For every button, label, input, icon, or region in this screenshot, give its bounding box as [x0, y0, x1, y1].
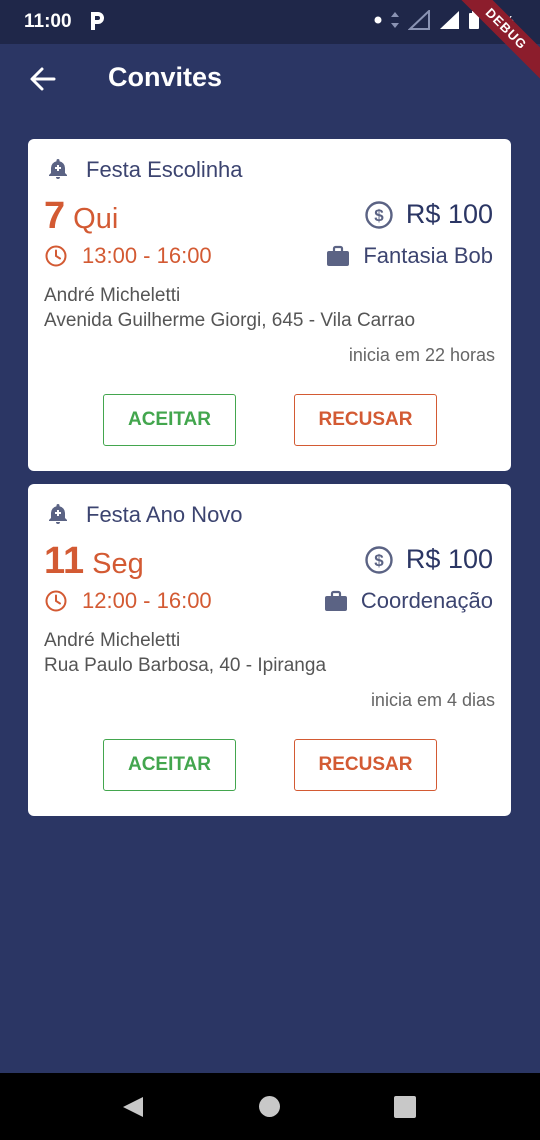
- nav-back-icon[interactable]: [121, 1095, 145, 1119]
- clock-icon: [45, 590, 67, 612]
- p-app-icon: [91, 12, 104, 30]
- event-address: Rua Paulo Barbosa, 40 - Ipiranga: [44, 655, 327, 676]
- host-name: André Micheletti: [44, 630, 181, 651]
- event-time: 13:00 - 16:00: [44, 243, 212, 269]
- dollar-circle-icon: $: [365, 200, 393, 229]
- event-weekday: Qui: [73, 203, 119, 235]
- bell-plus-icon: [49, 504, 67, 524]
- bell-plus-icon: [49, 159, 67, 179]
- svg-text:$: $: [374, 206, 384, 225]
- role-label: Coordenação: [360, 588, 493, 613]
- event-role: Fantasia Bob: [325, 243, 493, 269]
- status-time: 11:00: [24, 11, 72, 32]
- time-range: 13:00 - 16:00: [82, 243, 212, 268]
- price-value: R$ 100: [405, 199, 493, 229]
- event-day: 7: [44, 195, 66, 237]
- dot-icon: [374, 16, 382, 24]
- accept-button[interactable]: ACEITAR: [103, 394, 236, 446]
- briefcase-icon: [324, 590, 347, 611]
- data-arrows-icon: [390, 12, 399, 28]
- signal-x-icon: [439, 11, 459, 29]
- price-value: R$ 100: [405, 544, 493, 574]
- svg-text:$: $: [374, 551, 384, 570]
- role-label: Fantasia Bob: [363, 243, 493, 268]
- event-title: Festa Escolinha: [86, 157, 243, 182]
- host-name: André Micheletti: [44, 285, 181, 306]
- event-price: $ R$ 100: [364, 544, 493, 575]
- invite-card: Festa Escolinha 7 Qui $ R$ 100 13:00 - 1…: [28, 139, 511, 471]
- system-nav-bar: [0, 1073, 540, 1140]
- event-role: Coordenação: [323, 588, 493, 614]
- accept-button[interactable]: ACEITAR: [103, 739, 236, 791]
- briefcase-icon: [327, 245, 350, 266]
- event-date: 7 Qui: [44, 195, 118, 238]
- signal-icon: [407, 10, 430, 30]
- starts-in: inicia em 22 horas: [348, 345, 495, 365]
- status-bar: 11:00 75%: [0, 0, 540, 44]
- starts-in: inicia em 4 dias: [370, 690, 495, 710]
- event-address: Avenida Guilherme Giorgi, 645 - Vila Car…: [44, 310, 416, 331]
- refuse-button[interactable]: RECUSAR: [294, 739, 437, 791]
- time-range: 12:00 - 16:00: [82, 588, 212, 613]
- refuse-button[interactable]: RECUSAR: [294, 394, 437, 446]
- app-bar: Convites: [0, 44, 540, 112]
- event-title: Festa Ano Novo: [86, 502, 243, 527]
- event-day: 11: [44, 540, 85, 582]
- dollar-circle-icon: $: [365, 545, 393, 574]
- event-price: $ R$ 100: [364, 199, 493, 230]
- page-title: Convites: [108, 62, 223, 92]
- invite-card: Festa Ano Novo 11 Seg $ R$ 100 12:00 - 1…: [28, 484, 511, 816]
- event-weekday: Seg: [92, 548, 144, 580]
- clock-icon: [45, 245, 67, 267]
- nav-home-icon[interactable]: [259, 1096, 280, 1117]
- event-date: 11 Seg: [44, 540, 144, 583]
- arrow-back-icon[interactable]: [28, 64, 58, 94]
- event-time: 12:00 - 16:00: [44, 588, 212, 614]
- nav-recents-icon[interactable]: [394, 1096, 416, 1118]
